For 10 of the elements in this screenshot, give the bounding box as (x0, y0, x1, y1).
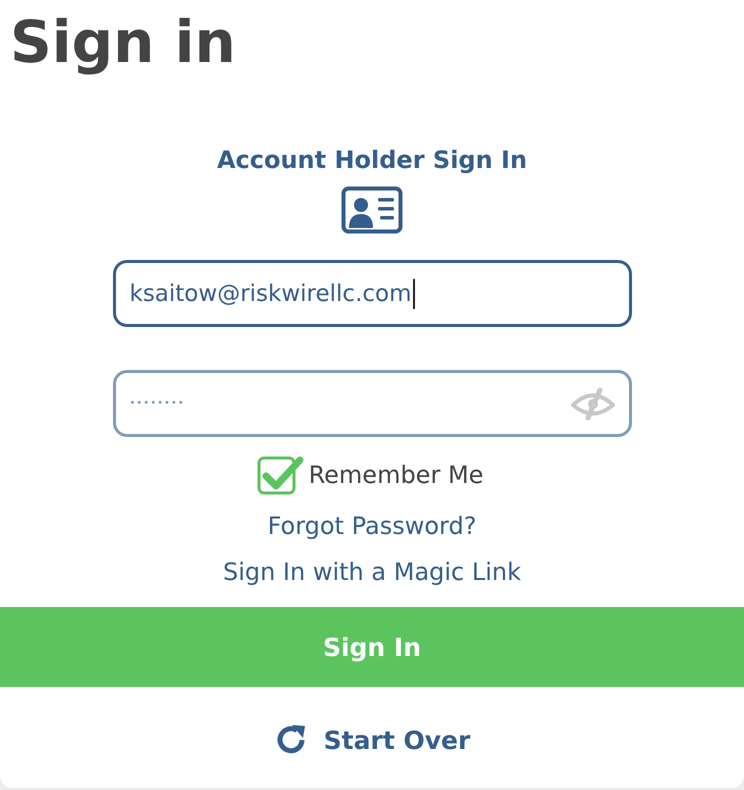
email-field[interactable]: ksaitow@riskwirellc.com (112, 260, 632, 327)
eye-slash-icon[interactable] (570, 388, 614, 420)
remember-me-label: Remember Me (308, 461, 484, 489)
page-title: Sign in (10, 7, 237, 78)
start-over-button[interactable]: Start Over (274, 723, 470, 757)
id-card-icon (341, 186, 403, 234)
text-cursor (412, 278, 414, 308)
text-link[interactable]: Sign In with a Magic Link (222, 557, 522, 587)
text-link[interactable]: Forgot Password? (268, 511, 476, 541)
section-title: Account Holder Sign In (216, 145, 528, 176)
